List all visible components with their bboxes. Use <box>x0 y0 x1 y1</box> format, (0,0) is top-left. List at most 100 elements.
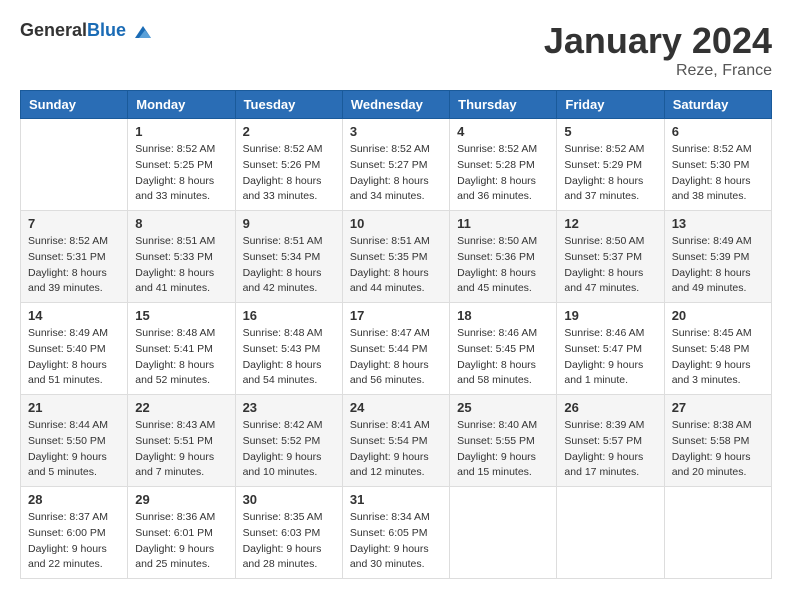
day-number: 8 <box>135 216 227 231</box>
calendar-cell: 27 Sunrise: 8:38 AM Sunset: 5:58 PM Dayli… <box>664 395 771 487</box>
week-row-0: 1 Sunrise: 8:52 AM Sunset: 5:25 PM Daylig… <box>21 119 772 211</box>
calendar-cell: 21 Sunrise: 8:44 AM Sunset: 5:50 PM Dayli… <box>21 395 128 487</box>
calendar-cell: 23Sunrise: 8:42 AM Sunset: 5:52 PM Dayli… <box>235 395 342 487</box>
day-info: Sunrise: 8:35 AM Sunset: 6:03 PM Dayligh… <box>243 510 335 573</box>
day-info: Sunrise: 8:51 AM Sunset: 5:33 PM Dayligh… <box>135 234 227 297</box>
day-info: Sunrise: 8:39 AM Sunset: 5:57 PM Dayligh… <box>564 418 656 481</box>
header-sunday: Sunday <box>21 91 128 119</box>
calendar-cell: 10 Sunrise: 8:51 AM Sunset: 5:35 PM Dayli… <box>342 211 449 303</box>
day-number: 12 <box>564 216 656 231</box>
calendar-cell: 16Sunrise: 8:48 AM Sunset: 5:43 PM Dayli… <box>235 303 342 395</box>
calendar-cell: 17Sunrise: 8:47 AM Sunset: 5:44 PM Dayli… <box>342 303 449 395</box>
day-number: 2 <box>243 124 335 139</box>
day-info: Sunrise: 8:51 AM Sunset: 5:35 PM Dayligh… <box>350 234 442 297</box>
logo-blue: Blue <box>87 20 126 40</box>
logo: GeneralBlue <box>20 20 153 42</box>
day-info: Sunrise: 8:52 AM Sunset: 5:30 PM Dayligh… <box>672 142 764 205</box>
day-number: 28 <box>28 492 120 507</box>
day-info: Sunrise: 8:43 AM Sunset: 5:51 PM Dayligh… <box>135 418 227 481</box>
calendar-cell: 18 Sunrise: 8:46 AM Sunset: 5:45 PM Dayli… <box>450 303 557 395</box>
day-info: Sunrise: 8:46 AM Sunset: 5:45 PM Dayligh… <box>457 326 549 389</box>
calendar-cell: 31 Sunrise: 8:34 AM Sunset: 6:05 PM Dayli… <box>342 487 449 579</box>
calendar-cell: 26 Sunrise: 8:39 AM Sunset: 5:57 PM Dayli… <box>557 395 664 487</box>
day-info: Sunrise: 8:52 AM Sunset: 5:29 PM Dayligh… <box>564 142 656 205</box>
calendar-cell: 13Sunrise: 8:49 AM Sunset: 5:39 PM Dayli… <box>664 211 771 303</box>
day-info: Sunrise: 8:52 AM Sunset: 5:31 PM Dayligh… <box>28 234 120 297</box>
page-header: GeneralBlue January 2024 Reze, France <box>20 20 772 80</box>
week-row-4: 28 Sunrise: 8:37 AM Sunset: 6:00 PM Dayli… <box>21 487 772 579</box>
calendar-cell <box>664 487 771 579</box>
header-saturday: Saturday <box>664 91 771 119</box>
day-number: 20 <box>672 308 764 323</box>
day-number: 31 <box>350 492 442 507</box>
day-number: 1 <box>135 124 227 139</box>
month-title: January 2024 <box>544 20 772 62</box>
day-number: 27 <box>672 400 764 415</box>
day-info: Sunrise: 8:50 AM Sunset: 5:37 PM Dayligh… <box>564 234 656 297</box>
title-block: January 2024 Reze, France <box>544 20 772 80</box>
calendar-table: SundayMondayTuesdayWednesdayThursdayFrid… <box>20 90 772 579</box>
day-number: 30 <box>243 492 335 507</box>
day-info: Sunrise: 8:45 AM Sunset: 5:48 PM Dayligh… <box>672 326 764 389</box>
day-number: 26 <box>564 400 656 415</box>
calendar-cell: 9 Sunrise: 8:51 AM Sunset: 5:34 PM Daylig… <box>235 211 342 303</box>
header-monday: Monday <box>128 91 235 119</box>
calendar-cell: 4 Sunrise: 8:52 AM Sunset: 5:28 PM Daylig… <box>450 119 557 211</box>
day-info: Sunrise: 8:38 AM Sunset: 5:58 PM Dayligh… <box>672 418 764 481</box>
day-info: Sunrise: 8:49 AM Sunset: 5:39 PM Dayligh… <box>672 234 764 297</box>
calendar-cell: 24 Sunrise: 8:41 AM Sunset: 5:54 PM Dayli… <box>342 395 449 487</box>
calendar-cell: 25 Sunrise: 8:40 AM Sunset: 5:55 PM Dayli… <box>450 395 557 487</box>
calendar-cell: 19Sunrise: 8:46 AM Sunset: 5:47 PM Dayli… <box>557 303 664 395</box>
calendar-cell: 29Sunrise: 8:36 AM Sunset: 6:01 PM Dayli… <box>128 487 235 579</box>
header-wednesday: Wednesday <box>342 91 449 119</box>
calendar-cell: 5 Sunrise: 8:52 AM Sunset: 5:29 PM Daylig… <box>557 119 664 211</box>
day-number: 25 <box>457 400 549 415</box>
day-number: 10 <box>350 216 442 231</box>
calendar-cell: 2 Sunrise: 8:52 AM Sunset: 5:26 PM Daylig… <box>235 119 342 211</box>
calendar-cell: 8 Sunrise: 8:51 AM Sunset: 5:33 PM Daylig… <box>128 211 235 303</box>
calendar-cell: 3 Sunrise: 8:52 AM Sunset: 5:27 PM Daylig… <box>342 119 449 211</box>
day-number: 5 <box>564 124 656 139</box>
day-info: Sunrise: 8:40 AM Sunset: 5:55 PM Dayligh… <box>457 418 549 481</box>
day-number: 4 <box>457 124 549 139</box>
day-info: Sunrise: 8:51 AM Sunset: 5:34 PM Dayligh… <box>243 234 335 297</box>
calendar-cell: 1 Sunrise: 8:52 AM Sunset: 5:25 PM Daylig… <box>128 119 235 211</box>
week-row-2: 14Sunrise: 8:49 AM Sunset: 5:40 PM Dayli… <box>21 303 772 395</box>
calendar-cell: 14Sunrise: 8:49 AM Sunset: 5:40 PM Dayli… <box>21 303 128 395</box>
calendar-cell: 6 Sunrise: 8:52 AM Sunset: 5:30 PM Daylig… <box>664 119 771 211</box>
day-info: Sunrise: 8:52 AM Sunset: 5:26 PM Dayligh… <box>243 142 335 205</box>
day-info: Sunrise: 8:41 AM Sunset: 5:54 PM Dayligh… <box>350 418 442 481</box>
day-info: Sunrise: 8:37 AM Sunset: 6:00 PM Dayligh… <box>28 510 120 573</box>
day-info: Sunrise: 8:52 AM Sunset: 5:28 PM Dayligh… <box>457 142 549 205</box>
calendar-cell: 12 Sunrise: 8:50 AM Sunset: 5:37 PM Dayli… <box>557 211 664 303</box>
day-number: 9 <box>243 216 335 231</box>
day-number: 3 <box>350 124 442 139</box>
calendar-cell: 30 Sunrise: 8:35 AM Sunset: 6:03 PM Dayli… <box>235 487 342 579</box>
day-info: Sunrise: 8:48 AM Sunset: 5:43 PM Dayligh… <box>243 326 335 389</box>
day-info: Sunrise: 8:52 AM Sunset: 5:27 PM Dayligh… <box>350 142 442 205</box>
day-info: Sunrise: 8:34 AM Sunset: 6:05 PM Dayligh… <box>350 510 442 573</box>
week-row-3: 21 Sunrise: 8:44 AM Sunset: 5:50 PM Dayli… <box>21 395 772 487</box>
header-thursday: Thursday <box>450 91 557 119</box>
day-number: 18 <box>457 308 549 323</box>
day-number: 11 <box>457 216 549 231</box>
day-number: 21 <box>28 400 120 415</box>
calendar-cell: 20 Sunrise: 8:45 AM Sunset: 5:48 PM Dayli… <box>664 303 771 395</box>
day-info: Sunrise: 8:52 AM Sunset: 5:25 PM Dayligh… <box>135 142 227 205</box>
header-friday: Friday <box>557 91 664 119</box>
day-number: 24 <box>350 400 442 415</box>
day-info: Sunrise: 8:44 AM Sunset: 5:50 PM Dayligh… <box>28 418 120 481</box>
day-info: Sunrise: 8:50 AM Sunset: 5:36 PM Dayligh… <box>457 234 549 297</box>
calendar-cell: 22Sunrise: 8:43 AM Sunset: 5:51 PM Dayli… <box>128 395 235 487</box>
day-number: 17 <box>350 308 442 323</box>
day-info: Sunrise: 8:49 AM Sunset: 5:40 PM Dayligh… <box>28 326 120 389</box>
day-number: 6 <box>672 124 764 139</box>
day-info: Sunrise: 8:46 AM Sunset: 5:47 PM Dayligh… <box>564 326 656 389</box>
header-tuesday: Tuesday <box>235 91 342 119</box>
day-number: 23 <box>243 400 335 415</box>
calendar-cell <box>450 487 557 579</box>
logo-general: General <box>20 20 87 40</box>
calendar-cell: 7Sunrise: 8:52 AM Sunset: 5:31 PM Daylig… <box>21 211 128 303</box>
calendar-cell <box>21 119 128 211</box>
header-row: SundayMondayTuesdayWednesdayThursdayFrid… <box>21 91 772 119</box>
